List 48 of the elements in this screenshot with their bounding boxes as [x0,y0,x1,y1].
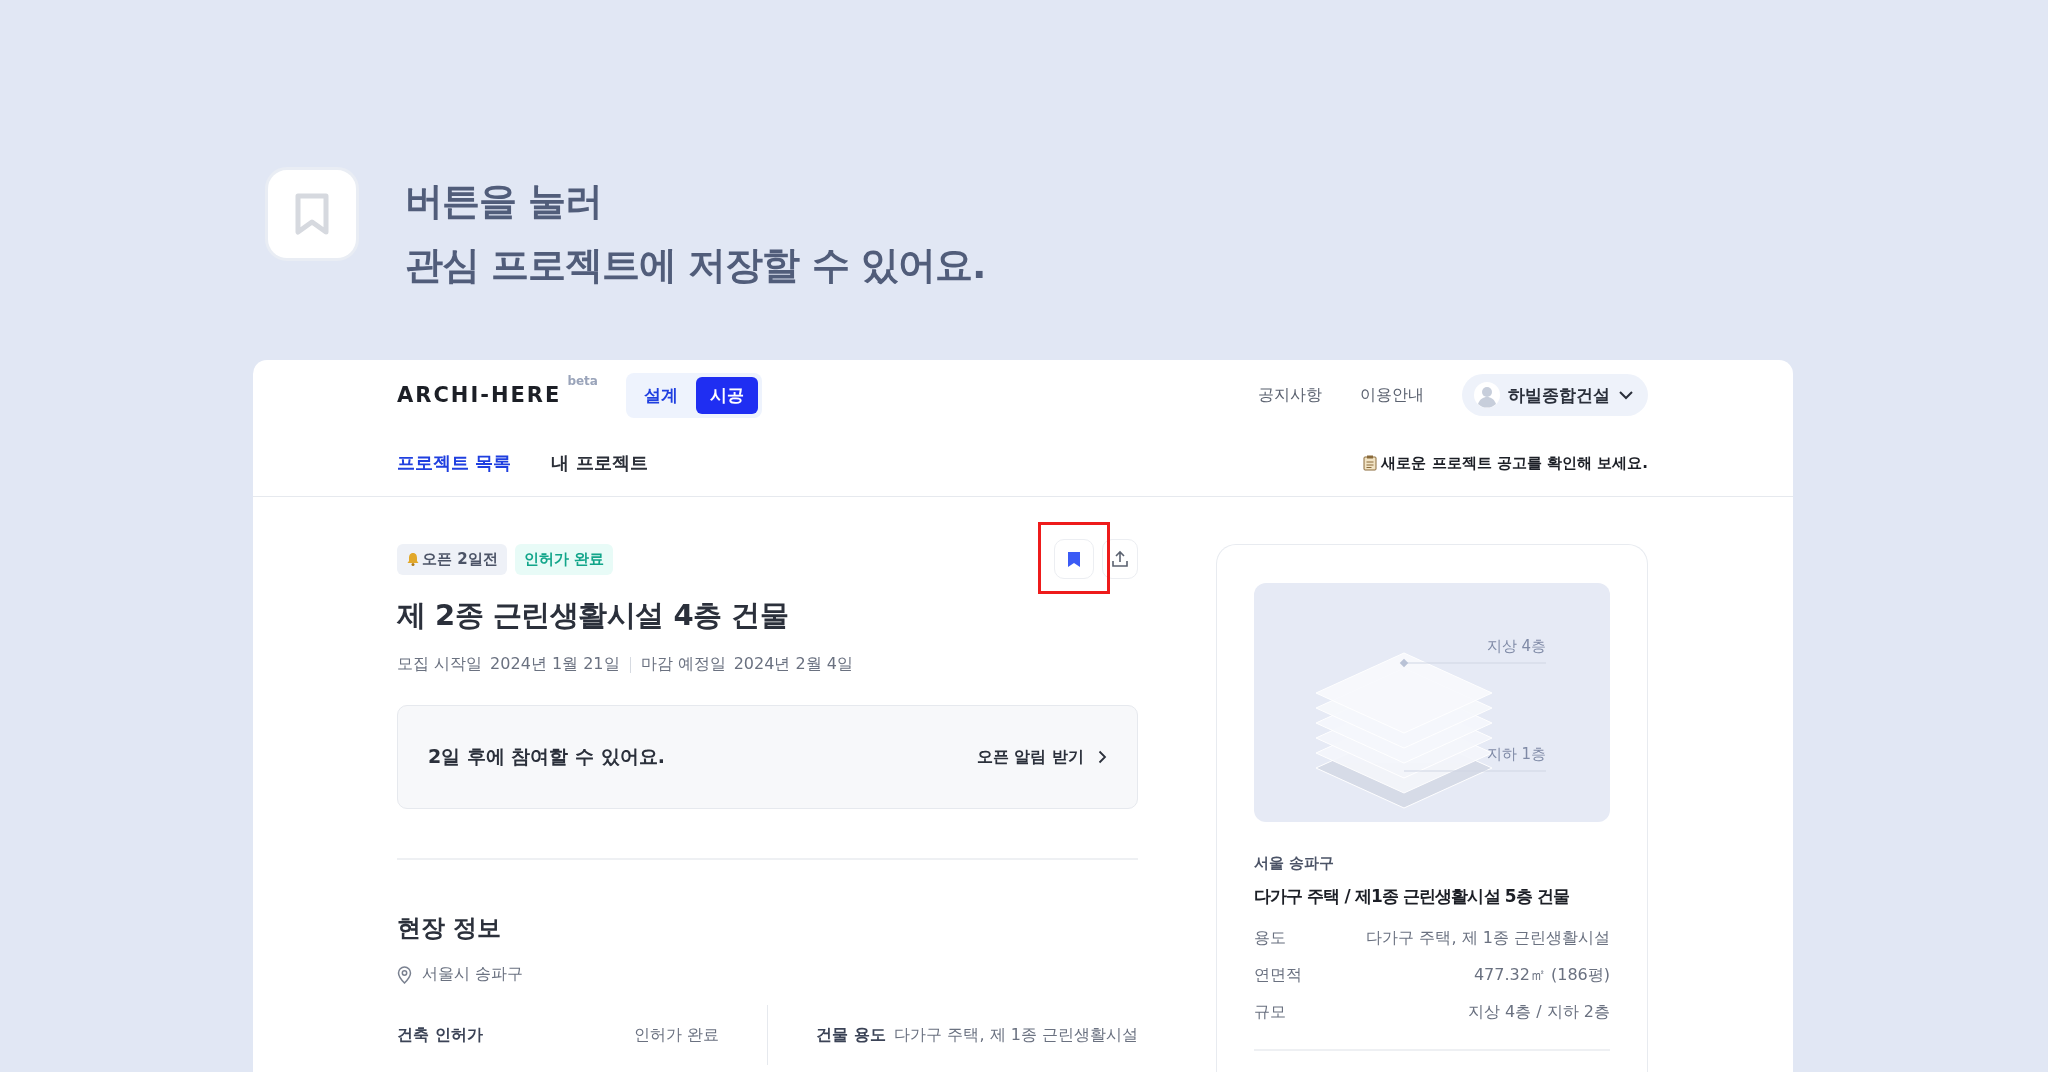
floor-label: 지상 4층 [1486,637,1546,655]
project-title: 제 2종 근린생활시설 4층 건물 [397,597,790,634]
chevron-right-icon [1098,750,1107,764]
date-label: 마감 예정일 [640,654,726,675]
bookmark-icon [1067,550,1081,568]
spec-label: 용도 [1254,928,1286,949]
spec-value: 지상 4층 / 지하 2층 [1467,1002,1610,1023]
tab[interactable]: 프로젝트 목록 [397,451,512,475]
nav-link[interactable]: 이용안내 [1360,384,1424,406]
mode-toggle[interactable]: 설계 [629,376,692,414]
bookmark-button[interactable] [1054,539,1094,579]
tab[interactable]: 내 프로젝트 [551,451,648,475]
clipboard-icon [1363,455,1378,471]
avatar-icon [1474,382,1500,408]
status-badge: 인허가 완료 [514,543,613,575]
fact-value: 인허가 완료 [633,1024,719,1046]
spec-label: 연면적 [1254,965,1302,986]
location-text: 서울시 송파구 [422,964,524,985]
headline: 버튼을 눌러 [405,178,604,225]
fact-label: 건축 인허가 [397,1024,483,1046]
headline: 관심 프로젝트에 저장할 수 있어요. [405,242,986,289]
date-value: 2024년 2월 4일 [733,654,853,675]
spec-value: 다가구 주택, 제 1종 근린생활시설 [1366,928,1610,949]
open-alert-link[interactable]: 오픈 알림 받기 [976,746,1107,768]
fact-label: 건물 용도 [816,1024,886,1046]
countdown-badge: 오픈 2일전 [397,543,507,575]
beta-label: beta [567,374,598,388]
share-icon [1111,550,1129,568]
spec-value: 477.32㎡ (186평) [1473,965,1610,986]
account-menu[interactable]: 하빌종합건설 [1462,374,1648,416]
chevron-down-icon [1618,390,1634,400]
summary-title: 다가구 주택 / 제1종 근린생활시설 5층 건물 [1254,885,1569,908]
region-text: 서울 송파구 [1254,854,1336,873]
location-pin-icon [397,965,412,984]
mode-toggle[interactable]: 시공 [695,376,758,414]
bookmark-icon [293,192,331,236]
date-value: 2024년 1월 21일 [490,654,620,675]
share-button[interactable] [1102,539,1138,579]
fact-value: 다가구 주택, 제 1종 근린생활시설 [894,1024,1138,1046]
announcement-text[interactable]: 새로운 프로젝트 공고를 확인해 보세요. [1381,453,1648,473]
floor-label: 지하 1층 [1486,745,1546,763]
date-label: 모집 시작일 [397,654,483,675]
logo[interactable]: ARCHI-HERE [397,383,562,407]
spec-label: 규모 [1254,1002,1286,1023]
nav-link[interactable]: 공지사항 [1258,384,1322,406]
bell-icon [406,552,420,566]
notice-message: 2일 후에 참여할 수 있어요. [428,744,665,769]
section-title: 현장 정보 [397,913,503,944]
